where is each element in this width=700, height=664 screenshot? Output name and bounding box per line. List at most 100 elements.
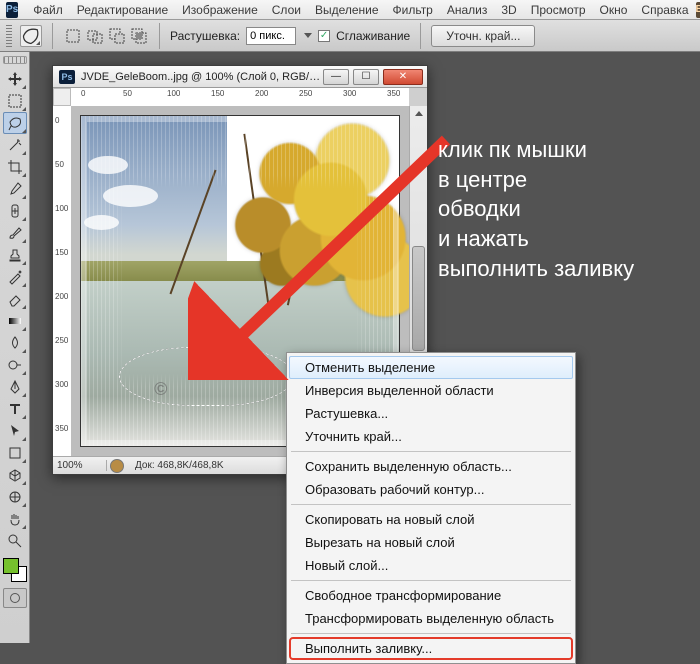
active-tool-icon[interactable] xyxy=(20,25,42,47)
menu-3d[interactable]: 3D xyxy=(494,1,523,19)
wand-tool-icon[interactable] xyxy=(3,134,27,156)
path-select-tool-icon[interactable] xyxy=(3,420,27,442)
ctx-fill[interactable]: Выполнить заливку... xyxy=(289,637,573,660)
stamp-tool-icon[interactable] xyxy=(3,244,27,266)
context-menu: Отменить выделение Инверсия выделенной о… xyxy=(286,352,576,664)
panel-grip-icon[interactable] xyxy=(3,56,27,64)
menu-file[interactable]: Файл xyxy=(26,1,70,19)
ruler-mark: 350 xyxy=(387,89,400,98)
ruler-mark: 200 xyxy=(55,292,68,301)
maximize-button[interactable]: ☐ xyxy=(353,69,379,85)
shape-tool-icon[interactable] xyxy=(3,442,27,464)
anno-line: и нажать xyxy=(438,224,634,254)
heal-tool-icon[interactable] xyxy=(3,200,27,222)
menubar: Ps Файл Редактирование Изображение Слои … xyxy=(0,0,700,20)
menu-layers[interactable]: Слои xyxy=(265,1,308,19)
selection-intersect-icon[interactable] xyxy=(129,26,149,46)
dropdown-arrow-icon[interactable] xyxy=(304,33,312,38)
separator xyxy=(52,23,53,49)
ps-small-icon: Ps xyxy=(59,70,75,84)
eyedropper-tool-icon[interactable] xyxy=(3,178,27,200)
ruler-mark: 150 xyxy=(55,248,68,257)
refine-edge-button[interactable]: Уточн. край... xyxy=(431,25,535,47)
tool-panel xyxy=(0,52,30,643)
separator xyxy=(420,23,421,49)
selection-new-icon[interactable] xyxy=(63,26,83,46)
zoom-tool-icon[interactable] xyxy=(3,530,27,552)
ps-logo-icon: Ps xyxy=(6,2,18,18)
move-tool-icon[interactable] xyxy=(3,68,27,90)
status-indicator-icon xyxy=(110,459,124,473)
ruler-mark: 50 xyxy=(123,89,132,98)
feather-input[interactable] xyxy=(246,27,296,45)
ctx-feather[interactable]: Растушевка... xyxy=(289,402,573,425)
ruler-mark: 100 xyxy=(55,204,68,213)
dodge-tool-icon[interactable] xyxy=(3,354,27,376)
zoom-level[interactable]: 100% xyxy=(53,460,107,471)
anno-line: в центре xyxy=(438,165,634,195)
brush-tool-icon[interactable] xyxy=(3,222,27,244)
gradient-tool-icon[interactable] xyxy=(3,310,27,332)
blur-tool-icon[interactable] xyxy=(3,332,27,354)
history-brush-tool-icon[interactable] xyxy=(3,266,27,288)
ctx-deselect[interactable]: Отменить выделение xyxy=(289,356,573,379)
menu-view[interactable]: Просмотр xyxy=(524,1,593,19)
antialias-checkbox[interactable] xyxy=(318,30,330,42)
menu-select[interactable]: Выделение xyxy=(308,1,386,19)
window-titlebar[interactable]: Ps JVDE_GeleBoom..jpg @ 100% (Слой 0, RG… xyxy=(53,66,427,88)
scroll-up-icon[interactable] xyxy=(410,106,427,122)
hand-tool-icon[interactable] xyxy=(3,508,27,530)
color-swatches[interactable] xyxy=(3,558,27,582)
pen-tool-icon[interactable] xyxy=(3,376,27,398)
menu-window[interactable]: Окно xyxy=(593,1,635,19)
bridge-icon[interactable]: Br xyxy=(696,2,700,18)
menu-image[interactable]: Изображение xyxy=(175,1,265,19)
ruler-mark: 250 xyxy=(55,336,68,345)
ruler-mark: 100 xyxy=(167,89,180,98)
close-button[interactable]: ✕ xyxy=(383,69,423,85)
ctx-save-selection[interactable]: Сохранить выделенную область... xyxy=(289,455,573,478)
crop-tool-icon[interactable] xyxy=(3,156,27,178)
window-title: JVDE_GeleBoom..jpg @ 100% (Слой 0, RGB/8… xyxy=(81,71,323,83)
menu-help[interactable]: Справка xyxy=(634,1,695,19)
ctx-separator xyxy=(291,633,571,634)
ctx-inverse[interactable]: Инверсия выделенной области xyxy=(289,379,573,402)
ruler-mark: 150 xyxy=(211,89,224,98)
menu-analysis[interactable]: Анализ xyxy=(440,1,495,19)
ruler-mark: 300 xyxy=(343,89,356,98)
ctx-copy-layer[interactable]: Скопировать на новый слой xyxy=(289,508,573,531)
marquee-tool-icon[interactable] xyxy=(3,90,27,112)
ctx-refine-edge[interactable]: Уточнить край... xyxy=(289,425,573,448)
separator xyxy=(159,23,160,49)
ruler-mark: 50 xyxy=(55,160,64,169)
lasso-tool-icon[interactable] xyxy=(3,112,27,134)
marquee-selection[interactable] xyxy=(119,347,294,406)
ctx-free-transform[interactable]: Свободное трансформирование xyxy=(289,584,573,607)
ctx-new-layer[interactable]: Новый слой... xyxy=(289,554,573,577)
antialias-label: Сглаживание xyxy=(336,29,410,43)
grip-handle-icon[interactable] xyxy=(6,25,12,47)
3d-tool-icon[interactable] xyxy=(3,464,27,486)
minimize-button[interactable]: — xyxy=(323,69,349,85)
eraser-tool-icon[interactable] xyxy=(3,288,27,310)
ruler-horizontal[interactable]: 0 50 100 150 200 250 300 350 xyxy=(71,88,409,106)
ruler-mark: 0 xyxy=(81,89,85,98)
ctx-make-workpath[interactable]: Образовать рабочий контур... xyxy=(289,478,573,501)
ruler-mark: 200 xyxy=(255,89,268,98)
ruler-mark: 350 xyxy=(55,424,68,433)
3d-camera-tool-icon[interactable] xyxy=(3,486,27,508)
type-tool-icon[interactable] xyxy=(3,398,27,420)
ctx-transform-selection[interactable]: Трансформировать выделенную область xyxy=(289,607,573,630)
ctx-cut-layer[interactable]: Вырезать на новый слой xyxy=(289,531,573,554)
anno-line: клик пк мышки xyxy=(438,135,634,165)
ruler-mark: 300 xyxy=(55,380,68,389)
menu-filter[interactable]: Фильтр xyxy=(386,1,440,19)
scrollbar-thumb[interactable] xyxy=(412,246,425,351)
annotation-text: клик пк мышки в центре обводки и нажать … xyxy=(438,135,634,283)
selection-add-icon[interactable] xyxy=(85,26,105,46)
ctx-separator xyxy=(291,580,571,581)
ruler-vertical[interactable]: 0 50 100 150 200 250 300 350 xyxy=(53,106,71,456)
selection-subtract-icon[interactable] xyxy=(107,26,127,46)
menu-edit[interactable]: Редактирование xyxy=(70,1,175,19)
quickmask-icon[interactable] xyxy=(3,588,27,608)
